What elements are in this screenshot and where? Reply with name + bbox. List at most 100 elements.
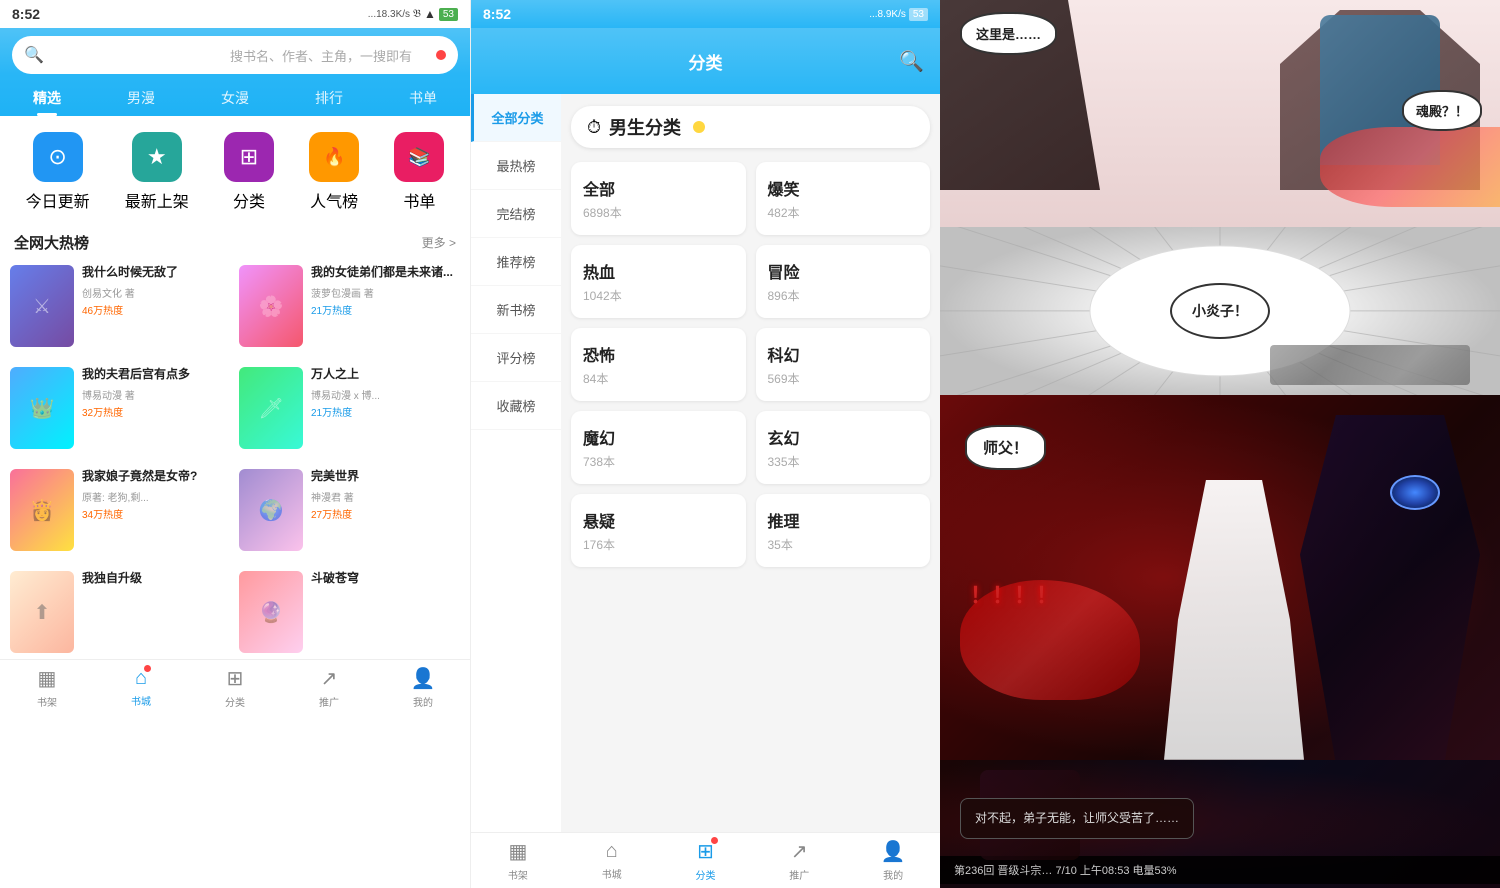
book-info-4: 万人之上 博易动漫 x 博... 21万热度 [311,367,460,449]
cat-action[interactable]: 热血 1042本 [571,245,746,318]
category-page-title: 分类 [689,49,723,74]
book-cover-2: 🌸 [239,265,303,347]
nav-promote-1[interactable]: ↗ 推广 [282,660,376,715]
nav-bookshelf-1[interactable]: ▦ 书架 [0,660,94,715]
book-title-2: 我的女徒弟们都是未来诸... [311,265,460,281]
nav-category-label-1: 分类 [225,694,245,709]
cat-funny-count: 482本 [768,204,919,221]
book-author-4: 博易动漫 x 博... [311,387,460,402]
tab-nvman[interactable]: 女漫 [188,82,282,116]
sidebar-recommended[interactable]: 推荐榜 [471,238,561,286]
cat-action-count: 1042本 [583,287,734,304]
eye-detail [1390,475,1440,510]
book-item-4[interactable]: 🗡 万人之上 博易动漫 x 博... 21万热度 [239,361,460,455]
nav-bookshelf-label-2: 书架 [508,867,528,882]
time-2: 8:52 [483,6,511,22]
tab-shudian[interactable]: 书单 [376,82,470,116]
book-author-1: 创易文化 著 [82,285,231,300]
book-cover-3: 👑 [10,367,74,449]
comic-container[interactable]: 这里是…… 魂殿？！ [940,0,1500,888]
book-title-7: 我独自升级 [82,571,231,587]
more-button[interactable]: 更多 > [422,234,456,251]
nav-bookcity-1[interactable]: ⌂ 书城 [94,660,188,715]
book-cover-8: 🔮 [239,571,303,653]
shortcut-new[interactable]: ★ 最新上架 [125,132,189,212]
search-box[interactable]: 🔍 搜书名、作者、主角，一搜即有 [12,36,458,74]
exclamation-marks: ！！！！ [970,578,1058,610]
shortcut-popular[interactable]: 🔥 人气榜 [309,132,359,212]
cat-scifi[interactable]: 科幻 569本 [756,328,931,401]
comic-scene-4: 第236回 晋级斗宗… 7/10 上午08:53 电量53% 对不起，弟子无能，… [940,760,1500,888]
cat-funny-name: 爆笑 [768,176,919,200]
chain-element [1270,345,1470,385]
sidebar-collection[interactable]: 收藏榜 [471,382,561,430]
cat-horror-name: 恐怖 [583,342,734,366]
shortcut-today-label: 今日更新 [26,188,90,212]
book-info-2: 我的女徒弟们都是未来诸... 菠萝包漫画 著 21万热度 [311,265,460,347]
nav-bookshelf-label-1: 书架 [37,694,57,709]
tab-jingxuan[interactable]: 精选 [0,82,94,116]
shortcut-category[interactable]: ⊞ 分类 [224,132,274,212]
book-item-5[interactable]: 👸 我家娘子竟然是女帝? 原著: 老狗,剩... 34万热度 [10,463,231,557]
time-1: 8:52 [12,6,40,22]
book-item-3[interactable]: 👑 我的夫君后宫有点多 博易动漫 著 32万热度 [10,361,231,455]
shortcut-new-label: 最新上架 [125,188,189,212]
book-cover-1: ⚔ [10,265,74,347]
shortcut-today[interactable]: ⊙ 今日更新 [26,132,90,212]
sidebar-rating[interactable]: 评分榜 [471,334,561,382]
book-item-6[interactable]: 🌍 完美世界 神漫君 著 27万热度 [239,463,460,557]
search-icon: 🔍 [24,45,222,65]
cat-mystery-name: 悬疑 [583,508,734,532]
status-bar-1: 8:52 ...18.3K/s 𝔅 ▲ 53 [0,0,470,28]
panel-comic: 这里是…… 魂殿？！ [940,0,1500,888]
cat-detective[interactable]: 推理 35本 [756,494,931,567]
bookcity-icon-1: ⌂ [135,667,147,690]
signal-1: ...18.3K/s [368,9,410,20]
shortcut-category-label: 分类 [233,188,265,212]
nav-category-2[interactable]: ⊞ 分类 [659,833,753,888]
cat-mystery[interactable]: 悬疑 176本 [571,494,746,567]
red-accent-1 [1320,127,1500,207]
cat-adventure[interactable]: 冒险 896本 [756,245,931,318]
tab-nanman[interactable]: 男漫 [94,82,188,116]
cat-magic[interactable]: 魔幻 738本 [571,411,746,484]
cat-horror[interactable]: 恐怖 84本 [571,328,746,401]
cat-adventure-name: 冒险 [768,259,919,283]
mine-icon-2: 👤 [881,839,906,864]
shortcuts-grid: ⊙ 今日更新 ★ 最新上架 ⊞ 分类 🔥 人气榜 📚 书单 [0,116,470,224]
nav-mine-label-2: 我的 [883,867,903,882]
shortcut-booklist-label: 书单 [403,188,435,212]
nav-category-1[interactable]: ⊞ 分类 [188,660,282,715]
book-item-2[interactable]: 🌸 我的女徒弟们都是未来诸... 菠萝包漫画 著 21万热度 [239,259,460,353]
sidebar-complete[interactable]: 完结榜 [471,190,561,238]
category-body: 全部分类 最热榜 完结榜 推荐榜 新书榜 评分榜 收藏榜 ⏱ 男生分类 全部 6… [471,94,940,832]
nav-mine-label-1: 我的 [413,694,433,709]
nav-mine-1[interactable]: 👤 我的 [376,660,470,715]
book-item-8[interactable]: 🔮 斗破苍穹 [239,565,460,659]
voice-icon[interactable] [436,50,446,60]
book-title-3: 我的夫君后宫有点多 [82,367,231,383]
category-grid-container: ⏱ 男生分类 全部 6898本 爆笑 482本 热血 1042本 冒险 [561,94,940,832]
tab-paihang[interactable]: 排行 [282,82,376,116]
cat-fantasy[interactable]: 玄幻 335本 [756,411,931,484]
book-cover-5: 👸 [10,469,74,551]
bottom-nav-2: ▦ 书架 ⌂ 书城 ⊞ 分类 ↗ 推广 👤 我的 [471,832,940,888]
cat-horror-count: 84本 [583,370,734,387]
nav-bookshelf-2[interactable]: ▦ 书架 [471,833,565,888]
nav-bookcity-2[interactable]: ⌂ 书城 [565,833,659,888]
category-icon-2: ⊞ [697,839,714,864]
cat-mystery-count: 176本 [583,536,734,553]
speech-bubble-4: 对不起，弟子无能，让师父受苦了…… [960,798,1194,839]
sidebar-hottest[interactable]: 最热榜 [471,142,561,190]
cat-funny[interactable]: 爆笑 482本 [756,162,931,235]
book-item-7[interactable]: ⬆ 我独自升级 [10,565,231,659]
nav-mine-2[interactable]: 👤 我的 [846,833,940,888]
shortcut-booklist[interactable]: 📚 书单 [394,132,444,212]
book-item-1[interactable]: ⚔ 我什么时候无敌了 创易文化 著 46万热度 [10,259,231,353]
sidebar-all-categories[interactable]: 全部分类 [471,94,561,142]
cat-all[interactable]: 全部 6898本 [571,162,746,235]
nav-promote-2[interactable]: ↗ 推广 [752,833,846,888]
nav-promote-label-1: 推广 [319,694,339,709]
category-search-icon[interactable]: 🔍 [899,49,924,74]
sidebar-newbook[interactable]: 新书榜 [471,286,561,334]
